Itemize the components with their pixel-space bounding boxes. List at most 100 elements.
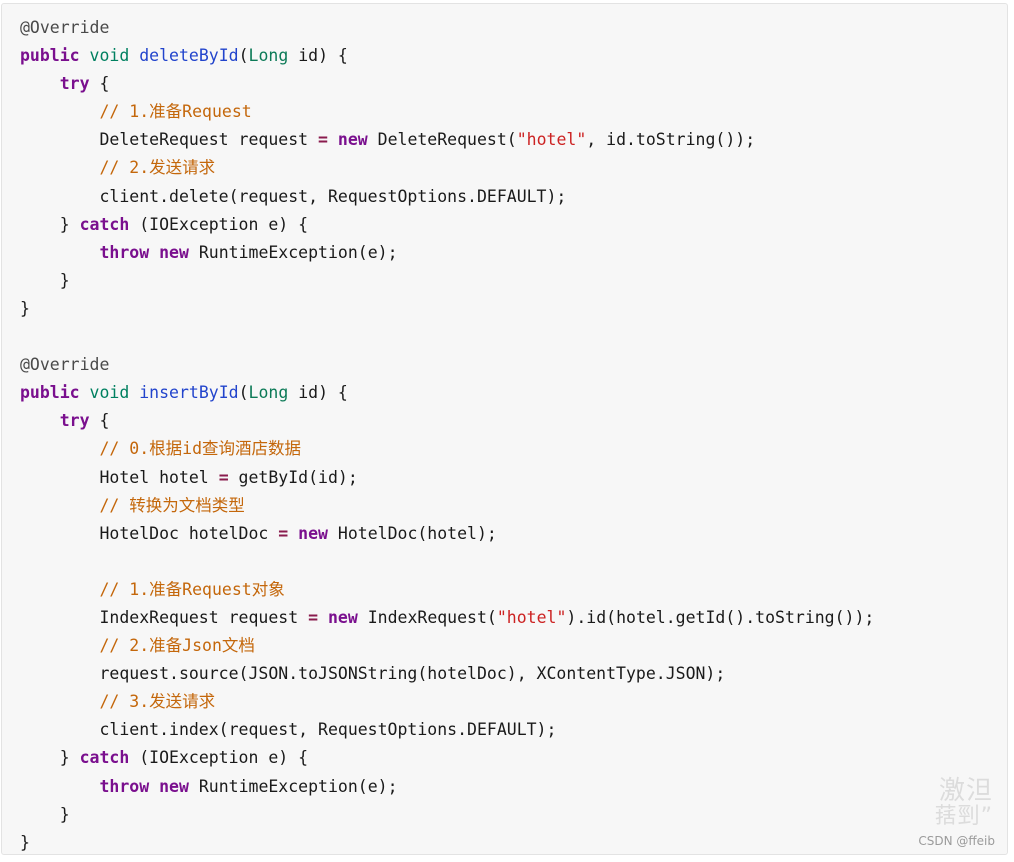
code-token-pln: IndexRequest request	[20, 607, 309, 627]
code-token-pln	[80, 46, 90, 65]
code-token-kw: catch	[79, 214, 130, 234]
code-line: try {	[20, 407, 1007, 435]
java-code-block: @Override public void deleteById(Long id…	[2, 4, 1007, 854]
code-token-op: =	[278, 523, 289, 543]
code-token-pln	[80, 383, 90, 402]
code-token-pln	[20, 496, 99, 515]
code-token-pln	[328, 130, 338, 149]
code-token-cmt: // 3.发送请求	[99, 692, 216, 712]
code-line: } catch (IOException e) {	[20, 744, 1007, 772]
code-token-kw: public	[20, 46, 80, 66]
code-line: }	[20, 801, 1007, 829]
code-token-pln: }	[20, 832, 30, 852]
code-token-pln: (IOException e) {	[129, 214, 309, 234]
code-snippet-card: @Override public void deleteById(Long id…	[1, 3, 1008, 855]
code-token-op: =	[308, 607, 319, 627]
code-token-cmt: // 转换为文档类型	[99, 495, 245, 515]
code-token-ret: void	[89, 46, 130, 66]
code-token-pln: }	[20, 298, 30, 318]
code-token-pln: client.delete(request, RequestOptions.DE…	[20, 186, 567, 206]
code-token-ret: void	[89, 383, 130, 403]
code-token-kw: new	[337, 130, 368, 150]
code-line: // 转换为文档类型	[20, 492, 1007, 520]
code-token-pln: RuntimeException(e);	[188, 776, 398, 796]
code-token-kw: try	[59, 74, 90, 94]
code-line: throw new RuntimeException(e);	[20, 773, 1007, 801]
code-token-mth: deleteById	[139, 46, 239, 66]
code-token-ann: @Override	[20, 355, 110, 375]
code-token-ann: @Override	[20, 18, 110, 37]
code-token-pln: HotelDoc(hotel);	[327, 523, 497, 543]
code-token-pln: }	[20, 804, 70, 824]
code-line: // 2.准备Json文档	[20, 632, 1007, 660]
code-line: DeleteRequest request = new DeleteReques…	[20, 126, 1007, 154]
code-token-gtyp: Long	[248, 383, 289, 403]
code-token-kw: new	[327, 607, 358, 627]
code-line: throw new RuntimeException(e);	[20, 239, 1007, 267]
code-token-kw: try	[59, 411, 90, 431]
code-line: public void insertById(Long id) {	[20, 379, 1007, 407]
code-line: // 1.准备Request对象	[20, 576, 1007, 604]
code-token-pln: {	[89, 74, 110, 94]
code-token-kw: public	[20, 383, 80, 403]
code-token-pln	[20, 580, 99, 599]
code-token-pln	[20, 158, 99, 177]
code-line: try {	[20, 70, 1007, 98]
code-line: // 3.发送请求	[20, 688, 1007, 716]
code-token-op: =	[318, 130, 328, 150]
code-line: }	[20, 295, 1007, 323]
code-token-pln: }	[20, 748, 80, 768]
code-token-cmt: // 1.准备Request对象	[99, 579, 285, 599]
code-token-pln: IndexRequest(	[357, 607, 497, 627]
code-token-pln	[20, 439, 99, 458]
code-token-op: =	[218, 467, 229, 487]
code-line: client.delete(request, RequestOptions.DE…	[20, 183, 1007, 211]
code-token-pln: Hotel hotel	[20, 467, 219, 487]
code-line: IndexRequest request = new IndexRequest(…	[20, 604, 1007, 632]
code-token-pln: }	[20, 270, 70, 290]
code-line: }	[20, 829, 1007, 854]
code-token-pln	[20, 102, 99, 121]
code-token-pln: {	[89, 411, 110, 431]
code-line: @Override	[20, 14, 1007, 42]
code-line: } catch (IOException e) {	[20, 211, 1007, 239]
code-token-pln	[288, 524, 298, 543]
code-token-pln: (	[238, 383, 249, 403]
code-line: public void deleteById(Long id) {	[20, 42, 1007, 70]
code-token-pln: DeleteRequest request	[20, 130, 319, 150]
code-token-pln	[149, 777, 159, 796]
code-token-mth: insertById	[139, 383, 239, 403]
code-token-pln: request.source(JSON.toJSONString(hotelDo…	[20, 664, 726, 684]
code-token-pln: DeleteRequest(	[367, 130, 517, 150]
code-token-pln: (	[238, 46, 249, 66]
code-line: // 2.发送请求	[20, 154, 1007, 182]
code-token-cmt: // 2.发送请求	[99, 158, 216, 178]
code-token-pln: , id.toString());	[586, 130, 756, 150]
code-line: // 0.根据id查询酒店数据	[20, 435, 1007, 463]
code-token-kw: new	[159, 242, 189, 262]
code-token-kw: new	[159, 776, 189, 796]
code-token-pln: RuntimeException(e);	[188, 242, 398, 262]
code-token-pln	[20, 636, 99, 655]
code-token-pln	[20, 74, 60, 93]
code-line: client.index(request, RequestOptions.DEF…	[20, 716, 1007, 744]
code-line: HotelDoc hotelDoc = new HotelDoc(hotel);	[20, 520, 1007, 548]
code-token-cmt: // 0.根据id查询酒店数据	[99, 439, 302, 459]
code-token-cmt: // 1.准备Request	[99, 102, 252, 122]
code-token-kw: throw	[99, 242, 150, 262]
code-token-gtyp: Long	[248, 46, 289, 66]
code-token-pln: id) {	[288, 383, 348, 403]
code-token-pln: }	[20, 214, 80, 234]
code-line: @Override	[20, 351, 1007, 379]
code-token-pln: (IOException e) {	[129, 748, 309, 768]
code-token-kw: catch	[79, 748, 130, 768]
code-line: Hotel hotel = getById(id);	[20, 464, 1007, 492]
code-token-pln: id) {	[288, 46, 348, 66]
code-token-kw: throw	[99, 776, 150, 796]
code-token-str: "hotel"	[496, 607, 567, 627]
code-token-pln: HotelDoc hotelDoc	[20, 523, 279, 543]
code-token-pln: client.index(request, RequestOptions.DEF…	[20, 720, 557, 740]
code-token-pln	[20, 692, 99, 711]
